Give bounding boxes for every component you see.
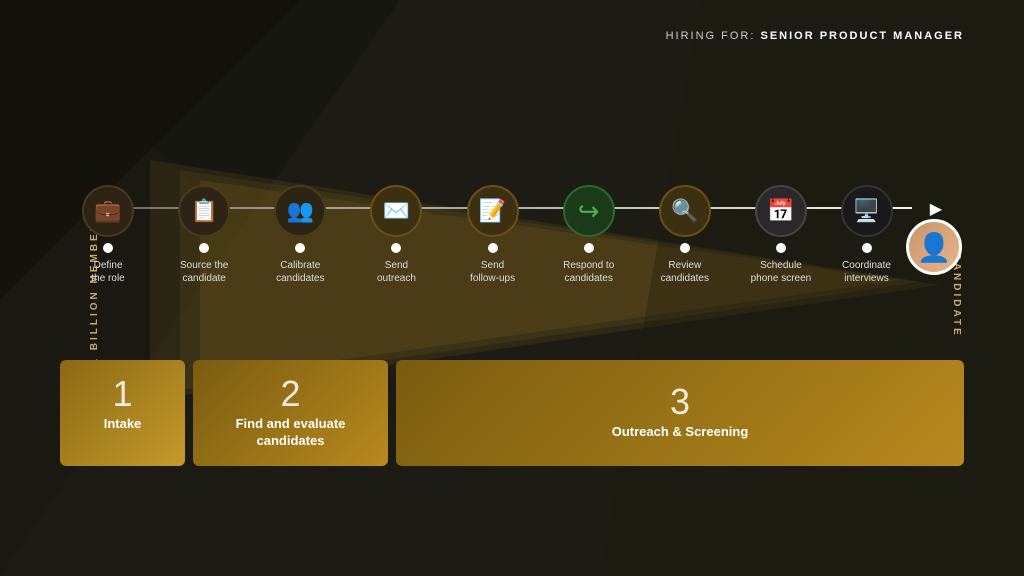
send-outreach-dot <box>391 243 401 253</box>
card-outreach-screening: 3 Outreach & Screening <box>396 360 964 466</box>
respond-icon: ↪ <box>563 185 615 237</box>
step-followups: 📝 Sendfollow-ups <box>445 185 541 285</box>
step-review: 🔍 Reviewcandidates <box>637 185 733 285</box>
hiring-label: HIRING FOR: <box>666 30 756 42</box>
step-schedule: 📅 Schedulephone screen <box>733 185 829 285</box>
role-name: SENIOR PRODUCT MANAGER <box>760 30 964 42</box>
timeline-arrow-icon: ▶ <box>930 199 942 219</box>
calibrate-icon: 👥 <box>274 185 326 237</box>
card-2-label: Find and evaluatecandidates <box>211 416 370 450</box>
schedule-icon: 📅 <box>755 185 807 237</box>
review-icon: 🔍 <box>659 185 711 237</box>
card-1-label: Intake <box>78 416 167 433</box>
step-coordinate: 🖥️ Coordinateinterviews <box>829 185 904 285</box>
step-define-role: 💼 Definethe role <box>60 185 156 285</box>
card-3-number: 3 <box>670 384 690 420</box>
calibrate-label: Calibratecandidates <box>276 259 324 285</box>
calibrate-dot <box>295 243 305 253</box>
define-role-icon: 💼 <box>82 185 134 237</box>
define-role-dot <box>103 243 113 253</box>
coordinate-dot <box>862 243 872 253</box>
review-label: Reviewcandidates <box>661 259 709 285</box>
schedule-dot <box>776 243 786 253</box>
card-intake: 1 Intake <box>60 360 185 466</box>
review-dot <box>680 243 690 253</box>
step-send-outreach: ✉️ Sendoutreach <box>348 185 444 285</box>
card-find-evaluate: 2 Find and evaluatecandidates <box>193 360 388 466</box>
card-2-number: 2 <box>211 376 370 412</box>
card-1-number: 1 <box>78 376 167 412</box>
step-respond: ↪ Respond tocandidates <box>541 185 637 285</box>
step-calibrate: 👥 Calibratecandidates <box>252 185 348 285</box>
followups-icon: 📝 <box>467 185 519 237</box>
send-outreach-icon: ✉️ <box>370 185 422 237</box>
cards-row: 1 Intake 2 Find and evaluatecandidates 3… <box>60 360 964 466</box>
coordinate-icon: 🖥️ <box>841 185 893 237</box>
source-candidate-label: Source thecandidate <box>180 259 228 285</box>
schedule-label: Schedulephone screen <box>751 259 812 285</box>
icons-row: ▶ 💼 Definethe role 📋 Source thecandidate… <box>60 155 964 285</box>
timeline-area: ▶ 💼 Definethe role 📋 Source thecandidate… <box>60 155 964 285</box>
card-3-label: Outreach & Screening <box>612 424 749 441</box>
send-outreach-label: Sendoutreach <box>377 259 416 285</box>
followups-label: Sendfollow-ups <box>470 259 515 285</box>
candidate-avatar-step: 👤 <box>904 219 964 285</box>
respond-dot <box>584 243 594 253</box>
background <box>0 0 1024 576</box>
source-candidate-icon: 📋 <box>178 185 230 237</box>
step-source-candidate: 📋 Source thecandidate <box>156 185 252 285</box>
source-candidate-dot <box>199 243 209 253</box>
coordinate-label: Coordinateinterviews <box>842 259 891 285</box>
define-role-label: Definethe role <box>91 259 124 285</box>
hiring-header: HIRING FOR: SENIOR PRODUCT MANAGER <box>666 30 964 42</box>
respond-label: Respond tocandidates <box>563 259 614 285</box>
candidate-avatar: 👤 <box>906 219 962 275</box>
followups-dot <box>488 243 498 253</box>
